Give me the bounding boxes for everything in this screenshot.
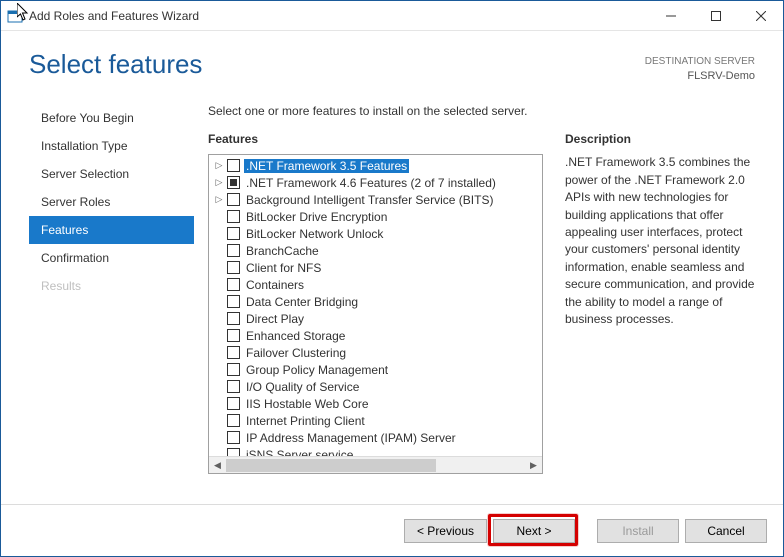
feature-label[interactable]: Enhanced Storage <box>244 329 347 343</box>
nav-item-server-roles[interactable]: Server Roles <box>29 188 194 216</box>
feature-checkbox[interactable] <box>227 448 240 456</box>
window-controls <box>648 1 783 30</box>
feature-checkbox[interactable] <box>227 278 240 291</box>
feature-checkbox[interactable] <box>227 244 240 257</box>
feature-checkbox[interactable] <box>227 397 240 410</box>
features-column: Features ▷ .NET Framework 3.5 Features ▷ .N… <box>208 132 543 504</box>
feature-row[interactable]: I/O Quality of Service <box>209 378 542 395</box>
feature-label[interactable]: Failover Clustering <box>244 346 348 360</box>
feature-checkbox[interactable] <box>227 261 240 274</box>
features-listbox[interactable]: ▷ .NET Framework 3.5 Features ▷ .NET Framew… <box>208 154 543 474</box>
feature-label[interactable]: IIS Hostable Web Core <box>244 397 371 411</box>
expand-icon[interactable]: ▷ <box>213 160 225 172</box>
feature-row[interactable]: ▷ Background Intelligent Transfer Service… <box>209 191 542 208</box>
feature-checkbox[interactable] <box>227 431 240 444</box>
features-title: Features <box>208 132 543 146</box>
feature-label[interactable]: Client for NFS <box>244 261 323 275</box>
feature-label[interactable]: Containers <box>244 278 306 292</box>
feature-row[interactable]: Internet Printing Client <box>209 412 542 429</box>
feature-checkbox[interactable] <box>227 363 240 376</box>
expand-icon[interactable]: ▷ <box>213 194 225 206</box>
feature-label[interactable]: BitLocker Network Unlock <box>244 227 385 241</box>
feature-row[interactable]: BitLocker Drive Encryption <box>209 208 542 225</box>
description-text: .NET Framework 3.5 combines the power of… <box>565 154 765 328</box>
feature-checkbox[interactable] <box>227 312 240 325</box>
feature-label[interactable]: Background Intelligent Transfer Service … <box>244 193 495 207</box>
feature-checkbox[interactable] <box>227 346 240 359</box>
nav-item-installation-type[interactable]: Installation Type <box>29 132 194 160</box>
nav-item-server-selection[interactable]: Server Selection <box>29 160 194 188</box>
previous-button[interactable]: < Previous <box>404 519 487 543</box>
wizard-body: Before You BeginInstallation TypeServer … <box>1 96 783 504</box>
destination-server-name: FLSRV-Demo <box>645 69 755 84</box>
feature-row[interactable]: ▷ .NET Framework 4.6 Features (2 of 7 ins… <box>209 174 542 191</box>
expand-icon[interactable]: ▷ <box>213 177 225 189</box>
wizard-footer: < Previous Next > Install Cancel <box>1 504 783 556</box>
instruction-text: Select one or more features to install o… <box>208 96 765 132</box>
nav-item-confirmation[interactable]: Confirmation <box>29 244 194 272</box>
feature-row[interactable]: ▷ .NET Framework 3.5 Features <box>209 157 542 174</box>
feature-label[interactable]: BranchCache <box>244 244 321 258</box>
wizard-header: Select features DESTINATION SERVER FLSRV… <box>1 31 783 96</box>
cancel-button[interactable]: Cancel <box>685 519 767 543</box>
page-heading: Select features <box>29 49 645 80</box>
feature-label[interactable]: BitLocker Drive Encryption <box>244 210 389 224</box>
feature-row[interactable]: Data Center Bridging <box>209 293 542 310</box>
feature-label[interactable]: IP Address Management (IPAM) Server <box>244 431 458 445</box>
horizontal-scrollbar[interactable]: ◀ ▶ <box>209 456 542 473</box>
nav-item-features[interactable]: Features <box>29 216 194 244</box>
feature-label[interactable]: Group Policy Management <box>244 363 390 377</box>
minimize-button[interactable] <box>648 1 693 30</box>
wizard-window: Add Roles and Features Wizard Select fea… <box>0 0 784 557</box>
feature-checkbox[interactable] <box>227 414 240 427</box>
feature-checkbox[interactable] <box>227 210 240 223</box>
scroll-right-icon[interactable]: ▶ <box>525 457 542 474</box>
feature-checkbox[interactable] <box>227 176 240 189</box>
wizard-nav: Before You BeginInstallation TypeServer … <box>29 96 194 504</box>
feature-checkbox[interactable] <box>227 159 240 172</box>
scroll-left-icon[interactable]: ◀ <box>209 457 226 474</box>
feature-row[interactable]: Containers <box>209 276 542 293</box>
destination-server-block: DESTINATION SERVER FLSRV-Demo <box>645 49 755 84</box>
feature-row[interactable]: IP Address Management (IPAM) Server <box>209 429 542 446</box>
scroll-thumb[interactable] <box>226 459 436 472</box>
install-button[interactable]: Install <box>597 519 679 543</box>
feature-label[interactable]: Direct Play <box>244 312 306 326</box>
next-button[interactable]: Next > <box>493 519 575 543</box>
feature-label[interactable]: I/O Quality of Service <box>244 380 361 394</box>
maximize-button[interactable] <box>693 1 738 30</box>
feature-row[interactable]: Failover Clustering <box>209 344 542 361</box>
description-title: Description <box>565 132 765 146</box>
wizard-main: Select one or more features to install o… <box>194 96 765 504</box>
feature-row[interactable]: iSNS Server service <box>209 446 542 456</box>
destination-server-label: DESTINATION SERVER <box>645 55 755 69</box>
feature-row[interactable]: Group Policy Management <box>209 361 542 378</box>
feature-label[interactable]: Internet Printing Client <box>244 414 367 428</box>
content-columns: Features ▷ .NET Framework 3.5 Features ▷ .N… <box>208 132 765 504</box>
app-icon <box>7 8 23 24</box>
feature-row[interactable]: IIS Hostable Web Core <box>209 395 542 412</box>
feature-label[interactable]: .NET Framework 4.6 Features (2 of 7 inst… <box>244 176 498 190</box>
window-title: Add Roles and Features Wizard <box>29 9 648 23</box>
nav-item-results: Results <box>29 272 194 300</box>
titlebar: Add Roles and Features Wizard <box>1 1 783 31</box>
feature-checkbox[interactable] <box>227 227 240 240</box>
description-column: Description .NET Framework 3.5 combines … <box>565 132 765 504</box>
feature-checkbox[interactable] <box>227 380 240 393</box>
feature-row[interactable]: Direct Play <box>209 310 542 327</box>
features-list: ▷ .NET Framework 3.5 Features ▷ .NET Framew… <box>209 155 542 456</box>
feature-row[interactable]: Client for NFS <box>209 259 542 276</box>
close-button[interactable] <box>738 1 783 30</box>
feature-label[interactable]: Data Center Bridging <box>244 295 360 309</box>
feature-row[interactable]: BranchCache <box>209 242 542 259</box>
feature-label[interactable]: iSNS Server service <box>244 448 355 457</box>
feature-checkbox[interactable] <box>227 295 240 308</box>
feature-row[interactable]: Enhanced Storage <box>209 327 542 344</box>
feature-checkbox[interactable] <box>227 329 240 342</box>
nav-item-before-you-begin[interactable]: Before You Begin <box>29 104 194 132</box>
feature-checkbox[interactable] <box>227 193 240 206</box>
feature-label[interactable]: .NET Framework 3.5 Features <box>244 159 409 173</box>
feature-row[interactable]: BitLocker Network Unlock <box>209 225 542 242</box>
